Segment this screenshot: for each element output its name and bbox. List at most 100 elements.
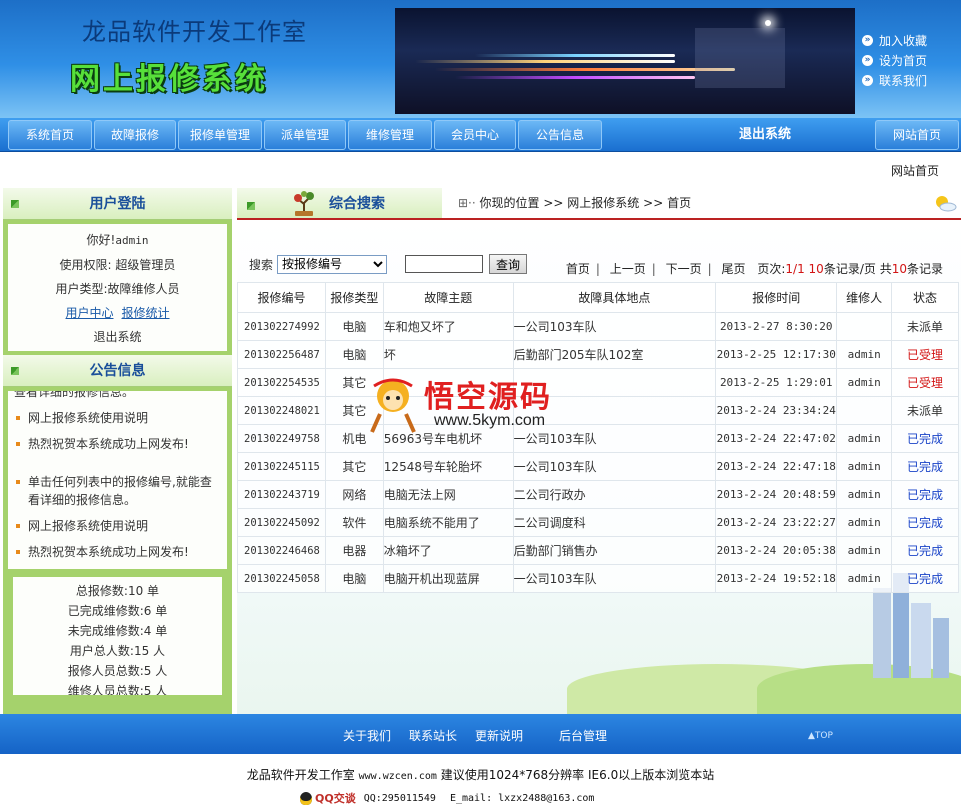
search-input[interactable] <box>405 255 484 273</box>
tab-system-home[interactable]: 系统首页 <box>8 120 92 150</box>
table-row[interactable]: 201302274992 电脑 车和炮又坏了 一公司103车队 2013-2-27 8:… <box>237 312 959 341</box>
notice-item[interactable]: 热烈祝贺本系统成功上网发布! <box>14 435 221 453</box>
table-row[interactable]: 201302256487 电脑坏后勤部门205车队102室 2013-2-25 12… <box>237 340 959 369</box>
table-row[interactable]: 201302246468 电器 冰箱坏了 后勤部门销售办 2013-2-24 20:05… <box>237 536 959 565</box>
contact-admin-link[interactable]: 联系站长 <box>409 714 457 758</box>
breadcrumb-home[interactable]: 首页 <box>667 196 691 210</box>
login-panel: 你好!admin 使用权限: 超级管理员 用户类型:故障维修人员 用户中心 报修统… <box>8 224 227 351</box>
report-id-link[interactable]: 201302245058 <box>237 564 326 593</box>
update-notes-link[interactable]: 更新说明 <box>475 714 523 758</box>
breadcrumb-system[interactable]: 网上报修系统 <box>567 196 639 210</box>
report-id-link[interactable]: 201302246468 <box>237 536 326 565</box>
report-id-link[interactable]: 201302256487 <box>237 340 326 369</box>
user-center-link[interactable]: 用户中心 <box>65 306 113 320</box>
report-topic: 电脑无法上网 <box>382 480 514 509</box>
main-nav: 系统首页 故障报修 报修单管理 派单管理 维修管理 会员中心 公告信息 退出系统… <box>0 118 961 152</box>
tab-fault-report[interactable]: 故障报修 <box>94 120 176 150</box>
footer-nav: 关于我们 联系站长 更新说明 后台管理 ▲TOP <box>0 714 961 754</box>
table-row[interactable]: 201302245058 电脑 电脑开机出现蓝屏 一公司103车队 2013-2-24 … <box>237 564 959 593</box>
tab-repair-management[interactable]: 维修管理 <box>348 120 432 150</box>
bonsai-icon <box>294 191 314 216</box>
report-time: 2013-2-27 8:30:20 <box>715 312 838 341</box>
contact-us-link[interactable]: » 联系我们 <box>862 70 927 90</box>
site-home-link[interactable]: 网站首页 <box>891 162 939 179</box>
report-stats-link[interactable]: 报修统计 <box>122 306 170 320</box>
report-type: 其它 <box>324 452 384 481</box>
col-header: 故障主题 <box>382 282 514 313</box>
report-repairer: admin <box>836 564 893 593</box>
col-header: 故障具体地点 <box>512 282 717 313</box>
search-button[interactable]: 查询 <box>489 254 528 274</box>
sidebar-logout-link[interactable]: 退出系统 <box>8 325 227 349</box>
weather-sun-icon <box>936 196 957 212</box>
report-status: 未派单 <box>891 396 959 425</box>
permission-row: 使用权限: 超级管理员 <box>59 258 176 272</box>
logout-link[interactable]: 退出系统 <box>700 120 830 150</box>
report-time: 2013-2-25 1:29:01 <box>715 368 838 397</box>
report-type: 软件 <box>324 508 384 537</box>
report-status: 已完成 <box>891 424 959 453</box>
email: E_mail: lxzx2488@163.com <box>449 792 595 804</box>
qq-chat-button[interactable]: QQ交谈 <box>300 790 356 806</box>
search-type-select[interactable]: 按报修编号 <box>277 254 388 274</box>
page-info: 页次:1/1 10条记录/页 共10条记录 <box>757 262 943 276</box>
notice-item[interactable]: 热烈祝贺本系统成功上网发布! <box>14 543 221 561</box>
tab-dispatch-management[interactable]: 派单管理 <box>264 120 346 150</box>
report-repairer: admin <box>836 536 893 565</box>
tab-report-management[interactable]: 报修单管理 <box>178 120 262 150</box>
notice-item[interactable]: 网上报修系统使用说明 <box>14 409 221 427</box>
report-id-link[interactable]: 201302245115 <box>237 452 326 481</box>
search-bar: 搜索 按报修编号 查询 <box>249 254 528 274</box>
next-page-link[interactable]: 下一页 <box>666 262 702 276</box>
notice-item[interactable]: 网上报修系统使用说明 <box>14 517 221 535</box>
report-id-link[interactable]: 201302249758 <box>237 424 326 453</box>
report-id-link[interactable]: 201302248021 <box>237 396 326 425</box>
contact-line: QQ交谈 QQ:295011549 E_mail: lxzx2488@163.c… <box>300 790 594 806</box>
tab-announcements[interactable]: 公告信息 <box>518 120 602 150</box>
report-status: 已完成 <box>891 564 959 593</box>
report-id-link[interactable]: 201302245092 <box>237 508 326 537</box>
report-id-link[interactable]: 201302254535 <box>237 368 326 397</box>
copyright-line: 龙品软件开发工作室 www.wzcen.com 建议使用1024*768分辨率 … <box>246 768 715 782</box>
about-us-link[interactable]: 关于我们 <box>343 714 391 758</box>
page: 龙品软件开发工作室 网上报修系统 » 加入收藏 » 设为首页 » 联系我们 系统首页 … <box>0 0 961 806</box>
header-links: » 加入收藏 » 设为首页 » 联系我们 <box>862 30 927 90</box>
table-row[interactable]: 201302243719 网络 电脑无法上网 二公司行政办 2013-2-24 20:4… <box>237 480 959 509</box>
header-banner: 龙品软件开发工作室 网上报修系统 » 加入收藏 » 设为首页 » 联系我们 <box>0 0 961 118</box>
prev-page-link[interactable]: 上一页 <box>610 262 646 276</box>
report-type: 电器 <box>324 536 384 565</box>
stats-panel: 总报修数:10 单 已完成维修数:6 单 未完成维修数:4 单 用户总人数:15… <box>13 577 222 695</box>
add-favorite-link[interactable]: » 加入收藏 <box>862 30 927 50</box>
report-place: 一公司103车队 <box>512 564 717 593</box>
tab-member-center[interactable]: 会员中心 <box>434 120 516 150</box>
admin-backend-link[interactable]: 后台管理 <box>559 714 607 758</box>
watermark-url: www.5kym.com <box>434 412 546 429</box>
back-to-top-link[interactable]: ▲TOP <box>808 714 833 758</box>
qq-penguin-icon <box>300 791 312 805</box>
table-row[interactable]: 201302245092 软件 电脑系统不能用了 二公司调度科 2013-2-24 23… <box>237 508 959 537</box>
search-title: 综合搜索 <box>329 196 385 212</box>
report-id-link[interactable]: 201302274992 <box>237 312 326 341</box>
arrow-circle-icon: » <box>862 74 873 86</box>
username: admin <box>115 234 149 247</box>
report-time: 2013-2-24 20:48:59 <box>715 480 838 509</box>
first-page-link[interactable]: 首页 <box>566 262 590 276</box>
report-type: 电脑 <box>324 340 384 369</box>
set-homepage-link[interactable]: » 设为首页 <box>862 50 927 70</box>
site-home-button[interactable]: 网站首页 <box>875 120 959 150</box>
breadcrumb: ⊞·· 你现的位置 >> 网上报修系统 >> 首页 <box>442 188 961 218</box>
report-id-link[interactable]: 201302243719 <box>237 480 326 509</box>
last-page-link[interactable]: 尾页 <box>722 262 746 276</box>
qq-number: QQ:295011549 <box>363 792 436 804</box>
table-row[interactable]: 201302245115 其它 12548号车轮胎坏 一公司103车队 2013-2-2… <box>237 452 959 481</box>
report-topic: 坏 <box>382 340 514 369</box>
square-bullet-icon <box>11 367 19 375</box>
notice-description[interactable]: 单击任何列表中的报修编号,就能查看详细的报修信息。 <box>14 473 221 509</box>
search-label: 搜索 <box>249 257 274 272</box>
report-place: 二公司行政办 <box>512 480 717 509</box>
pagination: 首页 | 上一页 | 下一页 | 尾页 页次:1/1 10条记录/页 共10条记录 <box>565 262 943 276</box>
greeting: 你好!admin <box>86 233 149 247</box>
col-header: 报修编号 <box>237 282 326 313</box>
col-header: 报修类型 <box>324 282 384 313</box>
report-repairer <box>836 396 893 425</box>
